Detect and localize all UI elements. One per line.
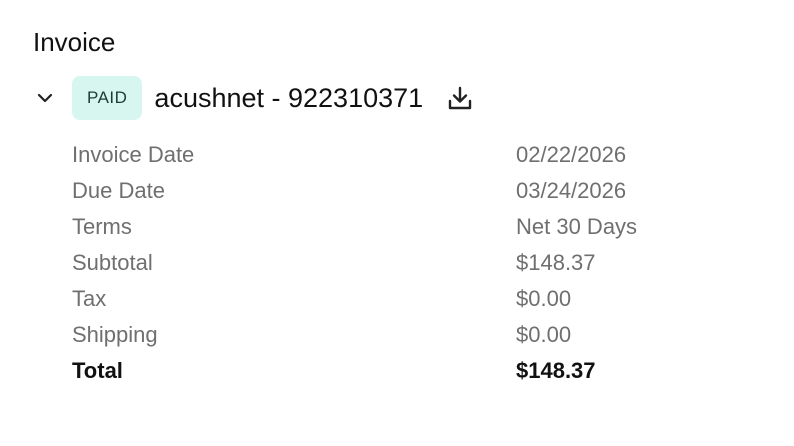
detail-value: $148.37 <box>516 358 596 383</box>
detail-row-total: Total $148.37 <box>72 353 712 389</box>
detail-row-subtotal: Subtotal $148.37 <box>72 245 712 281</box>
detail-value: Net 30 Days <box>516 214 638 239</box>
detail-label: Shipping <box>72 322 158 347</box>
invoice-header: PAID acushnet - 922310371 <box>30 76 477 120</box>
detail-value: $0.00 <box>516 322 572 347</box>
detail-row-terms: Terms Net 30 Days <box>72 209 712 245</box>
detail-label: Due Date <box>72 178 165 203</box>
detail-row-tax: Tax $0.00 <box>72 281 712 317</box>
detail-value: 03/24/2026 <box>516 178 627 203</box>
detail-value: $0.00 <box>516 286 572 311</box>
detail-label: Total <box>72 358 123 383</box>
detail-row-invoice-date: Invoice Date 02/22/2026 <box>72 137 712 173</box>
detail-label: Subtotal <box>72 250 153 275</box>
invoice-name: acushnet - 922310371 <box>154 83 424 113</box>
download-icon[interactable] <box>443 81 477 115</box>
detail-label: Invoice Date <box>72 142 195 167</box>
detail-value: 02/22/2026 <box>516 142 627 167</box>
invoice-panel: Invoice PAID acushnet - 922310371 Invoic… <box>0 0 794 446</box>
detail-label: Terms <box>72 214 132 239</box>
status-badge: PAID <box>72 76 143 120</box>
section-title: Invoice <box>33 27 116 57</box>
detail-row-shipping: Shipping $0.00 <box>72 317 712 353</box>
detail-value: $148.37 <box>516 250 596 275</box>
detail-row-due-date: Due Date 03/24/2026 <box>72 173 712 209</box>
chevron-down-icon[interactable] <box>30 83 60 113</box>
detail-label: Tax <box>72 286 107 311</box>
invoice-details: Invoice Date 02/22/2026 Due Date 03/24/2… <box>72 137 712 389</box>
